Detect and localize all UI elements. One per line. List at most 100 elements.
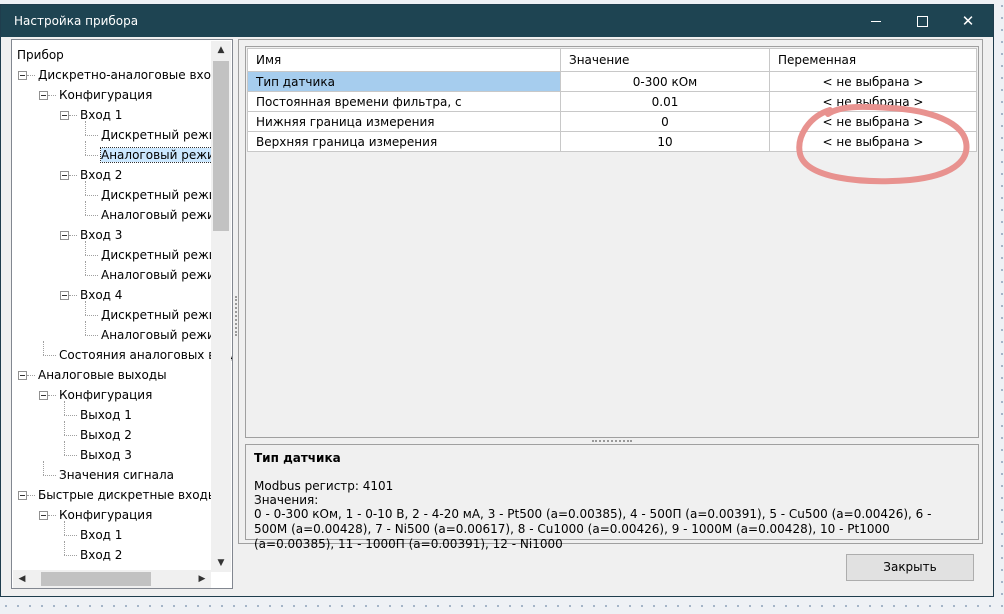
tree-connector	[85, 321, 86, 335]
tree-item-label: Конфигурация	[59, 508, 153, 522]
tree-connector	[48, 95, 56, 96]
tree-horizontal-scrollbar[interactable]: ◀ ▶	[13, 570, 211, 588]
tree-item[interactable]: Дискретный режим	[101, 305, 226, 325]
tree-item[interactable]: Значения сигнала	[59, 465, 174, 485]
tree-item[interactable]: Вход 1	[80, 105, 122, 125]
tree-item[interactable]: Состояния аналоговых входов	[59, 345, 232, 365]
tree-connector	[48, 515, 56, 516]
scroll-left-icon[interactable]: ◀	[13, 570, 31, 588]
table-row[interactable]: Постоянная времени фильтра, с 0.01 < не …	[247, 91, 977, 112]
collapse-icon[interactable]	[60, 231, 69, 240]
tree-item[interactable]: Вход 4	[80, 285, 122, 305]
row-value[interactable]: 0.01	[560, 91, 770, 112]
minimize-icon[interactable]	[853, 5, 899, 37]
table-row[interactable]: Верхняя граница измерения 10 < не выбран…	[247, 131, 977, 152]
tree-connector	[85, 195, 98, 196]
tree-connector	[64, 421, 65, 435]
tree-item[interactable]: Дискретно-аналоговые входы	[38, 65, 229, 85]
close-icon[interactable]: ✕	[945, 5, 991, 37]
row-value[interactable]: 0-300 кОм	[560, 71, 770, 92]
tree-connector	[69, 175, 77, 176]
tree-connector	[85, 201, 86, 215]
row-value[interactable]: 0	[560, 111, 770, 132]
scroll-down-icon[interactable]: ▼	[211, 554, 231, 572]
collapse-icon[interactable]	[60, 291, 69, 300]
tree-item[interactable]: Вход 2	[80, 165, 122, 185]
header-name[interactable]: Имя	[247, 48, 561, 72]
close-button[interactable]: Закрыть	[846, 554, 974, 581]
table-row[interactable]: Нижняя граница измерения 0 < не выбрана …	[247, 111, 977, 132]
maximize-icon[interactable]	[899, 5, 945, 37]
scroll-right-icon[interactable]: ▶	[193, 570, 211, 588]
tree-vertical-scrollbar[interactable]: ▲ ▼	[211, 41, 231, 572]
tree-item[interactable]: Выход 3	[80, 445, 132, 465]
tree-item-label: Прибор	[17, 48, 64, 62]
tree-item[interactable]: Быстрые дискретные входы	[38, 485, 217, 505]
tree-item[interactable]: Вход 1	[80, 525, 122, 545]
header-variable[interactable]: Переменная	[769, 48, 977, 72]
tree-item[interactable]: Аналоговые выходы	[38, 365, 167, 385]
tree-item-label: Выход 2	[80, 428, 132, 442]
collapse-icon[interactable]	[18, 71, 27, 80]
collapse-icon[interactable]	[60, 171, 69, 180]
collapse-icon[interactable]	[39, 91, 48, 100]
tree-item[interactable]: Вход 2	[80, 545, 122, 565]
row-name[interactable]: Нижняя граница измерения	[247, 111, 561, 132]
collapse-icon[interactable]	[18, 371, 27, 380]
tree-connector	[27, 495, 35, 496]
property-grid[interactable]: Имя Значение Переменная Тип датчика 0-30…	[245, 46, 979, 438]
title-bar[interactable]: Настройка прибора ✕	[1, 5, 993, 37]
tree-item[interactable]: Конфигурация	[59, 505, 152, 525]
tree-connector	[43, 475, 56, 476]
tree-connector	[64, 415, 77, 416]
tree-item[interactable]: Конфигурация	[59, 385, 152, 405]
tree-item-label: Дискретный режим	[101, 248, 226, 262]
row-variable[interactable]: < не выбрана >	[769, 111, 977, 132]
row-value[interactable]: 10	[560, 131, 770, 152]
tree-connector	[64, 441, 65, 455]
device-tree[interactable]: Прибор Дискретно-аналоговые входы Конфигур…	[11, 39, 233, 589]
row-name[interactable]: Тип датчика	[247, 71, 561, 92]
tree-item-label: Конфигурация	[59, 88, 153, 102]
tree-item-label: Выход 3	[80, 448, 132, 462]
tree-item[interactable]: Аналоговый режим	[101, 265, 224, 285]
collapse-icon[interactable]	[39, 511, 48, 520]
tree-connector	[85, 141, 86, 155]
tree-item-label: Аналоговые выходы	[38, 368, 167, 382]
tree-connector	[85, 155, 98, 156]
tree-item[interactable]: Дискретный режим	[101, 245, 226, 265]
tree-connector	[64, 541, 65, 555]
tree-item[interactable]: Аналоговый режим	[101, 205, 224, 225]
scroll-up-icon[interactable]: ▲	[211, 41, 231, 59]
tree-item[interactable]: Вход 3	[80, 225, 122, 245]
row-name[interactable]: Постоянная времени фильтра, с	[247, 91, 561, 112]
row-variable[interactable]: < не выбрана >	[769, 131, 977, 152]
tree-connector	[64, 555, 77, 556]
modbus-register: Modbus регистр: 4101	[254, 479, 394, 493]
tree-item-label: Дискретный режим	[101, 188, 226, 202]
collapse-icon[interactable]	[60, 111, 69, 120]
collapse-icon[interactable]	[39, 391, 48, 400]
tree-connector	[85, 335, 98, 336]
tree-item[interactable]: Дискретный режим	[101, 185, 226, 205]
tree-item[interactable]: Аналоговый режим	[100, 145, 225, 165]
tree-item-label: Вход 1	[80, 108, 123, 122]
tree-connector	[43, 461, 44, 475]
collapse-icon[interactable]	[18, 491, 27, 500]
window-title: Настройка прибора	[14, 14, 139, 28]
row-name[interactable]: Верхняя граница измерения	[247, 131, 561, 152]
tree-item[interactable]: Прибор	[17, 45, 64, 65]
tree-item[interactable]: Дискретный режим	[101, 125, 226, 145]
table-row[interactable]: Тип датчика 0-300 кОм < не выбрана >	[247, 71, 977, 92]
row-variable[interactable]: < не выбрана >	[769, 71, 977, 92]
header-value[interactable]: Значение	[560, 48, 770, 72]
tree-item[interactable]: Выход 1	[80, 405, 132, 425]
tree-connector	[43, 341, 44, 355]
tree-item[interactable]: Конфигурация	[59, 85, 152, 105]
hscroll-thumb[interactable]	[41, 572, 151, 586]
tree-connector	[69, 295, 77, 296]
row-variable[interactable]: < не выбрана >	[769, 91, 977, 112]
tree-item[interactable]: Выход 2	[80, 425, 132, 445]
scroll-thumb[interactable]	[213, 61, 229, 231]
tree-item[interactable]: Аналоговый режим	[101, 325, 224, 345]
